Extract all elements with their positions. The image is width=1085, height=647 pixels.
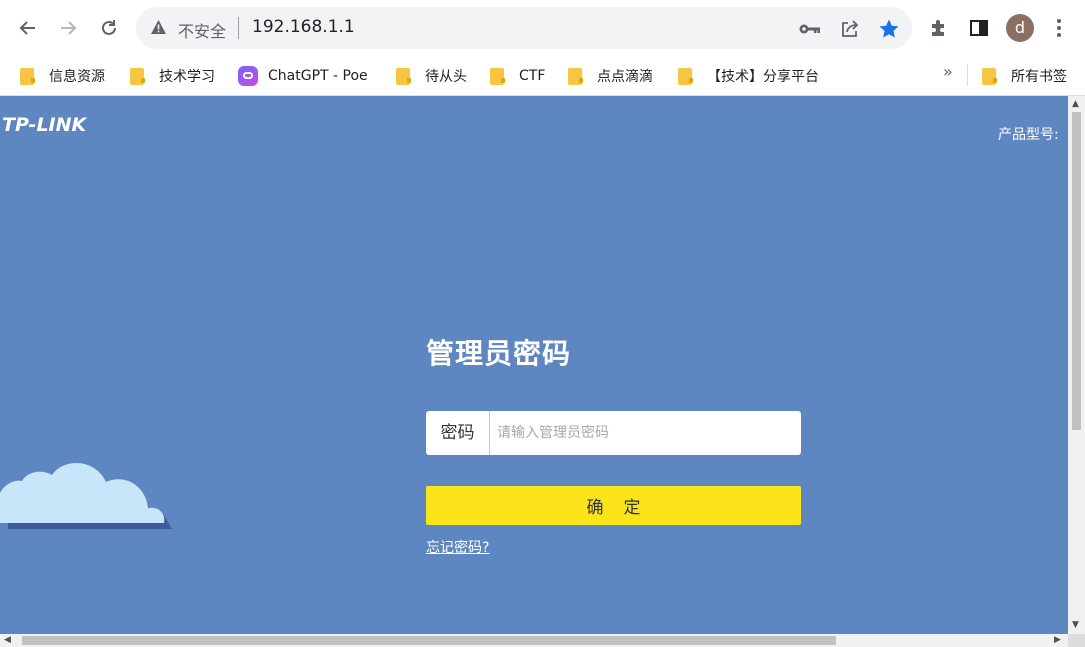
bookmark-item[interactable]: ChatGPT - Poe [238, 63, 368, 89]
bookmark-label: 待从头 [425, 69, 467, 85]
bookmark-label: 点点滴滴 [597, 69, 653, 85]
vertical-scroll-thumb[interactable] [1072, 112, 1081, 430]
password-field-group: 密码 [426, 411, 801, 455]
folder-icon [130, 67, 145, 85]
folder-icon [678, 67, 693, 85]
security-label[interactable]: 不安全 [178, 18, 226, 42]
forward-button[interactable] [53, 13, 83, 43]
reload-button[interactable] [94, 13, 124, 43]
bookmark-item[interactable]: 技术学习 [130, 63, 215, 89]
bookmarks-bar: 信息资源 技术学习 ChatGPT - Poe 待从头 CTF 点点滴滴 【技术… [0, 57, 1085, 96]
cloud-illustration-icon [0, 462, 172, 529]
bookmark-item[interactable]: CTF [490, 63, 545, 89]
forgot-password-link[interactable]: 忘记密码? [426, 537, 489, 557]
all-bookmarks-label: 所有书签 [1011, 69, 1067, 85]
share-icon[interactable] [838, 17, 862, 41]
extensions-puzzle-icon[interactable] [926, 15, 952, 41]
horizontal-scroll-thumb[interactable] [22, 636, 836, 645]
bookmark-label: 信息资源 [49, 69, 105, 85]
url-text[interactable]: 192.168.1.1 [252, 17, 355, 37]
back-button[interactable] [13, 13, 43, 43]
bookmark-item[interactable]: 点点滴滴 [568, 63, 653, 89]
warning-triangle-icon[interactable] [150, 19, 167, 39]
profile-avatar[interactable]: d [1006, 14, 1034, 42]
scroll-right-arrow-icon[interactable]: ▶ [1054, 635, 1061, 645]
password-input[interactable] [490, 411, 790, 455]
folder-icon [396, 67, 411, 85]
vertical-scrollbar[interactable]: ▲ ▼ [1068, 96, 1085, 634]
bookmark-item[interactable]: 信息资源 [20, 63, 105, 89]
bookmark-label: CTF [519, 68, 546, 84]
poe-icon [238, 66, 258, 86]
address-bar[interactable]: 不安全 192.168.1.1 [136, 7, 912, 49]
folder-icon [982, 67, 997, 85]
bookmark-star-icon[interactable] [877, 17, 901, 41]
router-login-page: TP-LINK 产品型号: 管理员密码 密码 确定 忘记密码? [0, 96, 1068, 634]
horizontal-scrollbar[interactable]: ◀ ▶ [0, 634, 1068, 647]
scroll-left-arrow-icon[interactable]: ◀ [4, 635, 11, 645]
side-panel-icon[interactable] [966, 15, 992, 41]
confirm-button[interactable]: 确定 [426, 486, 801, 525]
tp-link-logo: TP-LINK [2, 114, 87, 136]
bookmark-label: 【技术】分享平台 [707, 69, 819, 85]
browser-toolbar: 不安全 192.168.1.1 d [0, 0, 1085, 57]
product-model-label: 产品型号: [998, 127, 1059, 143]
folder-icon [20, 67, 35, 85]
bookmark-label: ChatGPT - Poe [268, 68, 368, 84]
all-bookmarks-button[interactable]: 所有书签 [982, 63, 1067, 89]
reload-icon [102, 20, 116, 35]
kebab-menu-icon[interactable] [1046, 15, 1072, 41]
bookmark-item[interactable]: 待从头 [396, 63, 467, 89]
bookmarks-overflow-chevron-icon[interactable]: » [943, 62, 953, 81]
bookmark-item[interactable]: 【技术】分享平台 [678, 63, 819, 89]
bookmark-label: 技术学习 [159, 69, 215, 85]
key-icon[interactable] [798, 17, 822, 41]
folder-icon [490, 67, 505, 85]
folder-icon [568, 67, 583, 85]
password-label: 密码 [426, 411, 490, 455]
back-arrow-icon [19, 21, 35, 35]
forward-arrow-icon [61, 21, 77, 35]
scrollbar-corner [1068, 634, 1085, 647]
scroll-down-arrow-icon[interactable]: ▼ [1072, 620, 1079, 630]
bookmarks-divider [967, 64, 968, 86]
scroll-up-arrow-icon[interactable]: ▲ [1072, 99, 1079, 109]
login-title: 管理员密码 [426, 337, 572, 370]
omnibox-divider [238, 17, 239, 39]
